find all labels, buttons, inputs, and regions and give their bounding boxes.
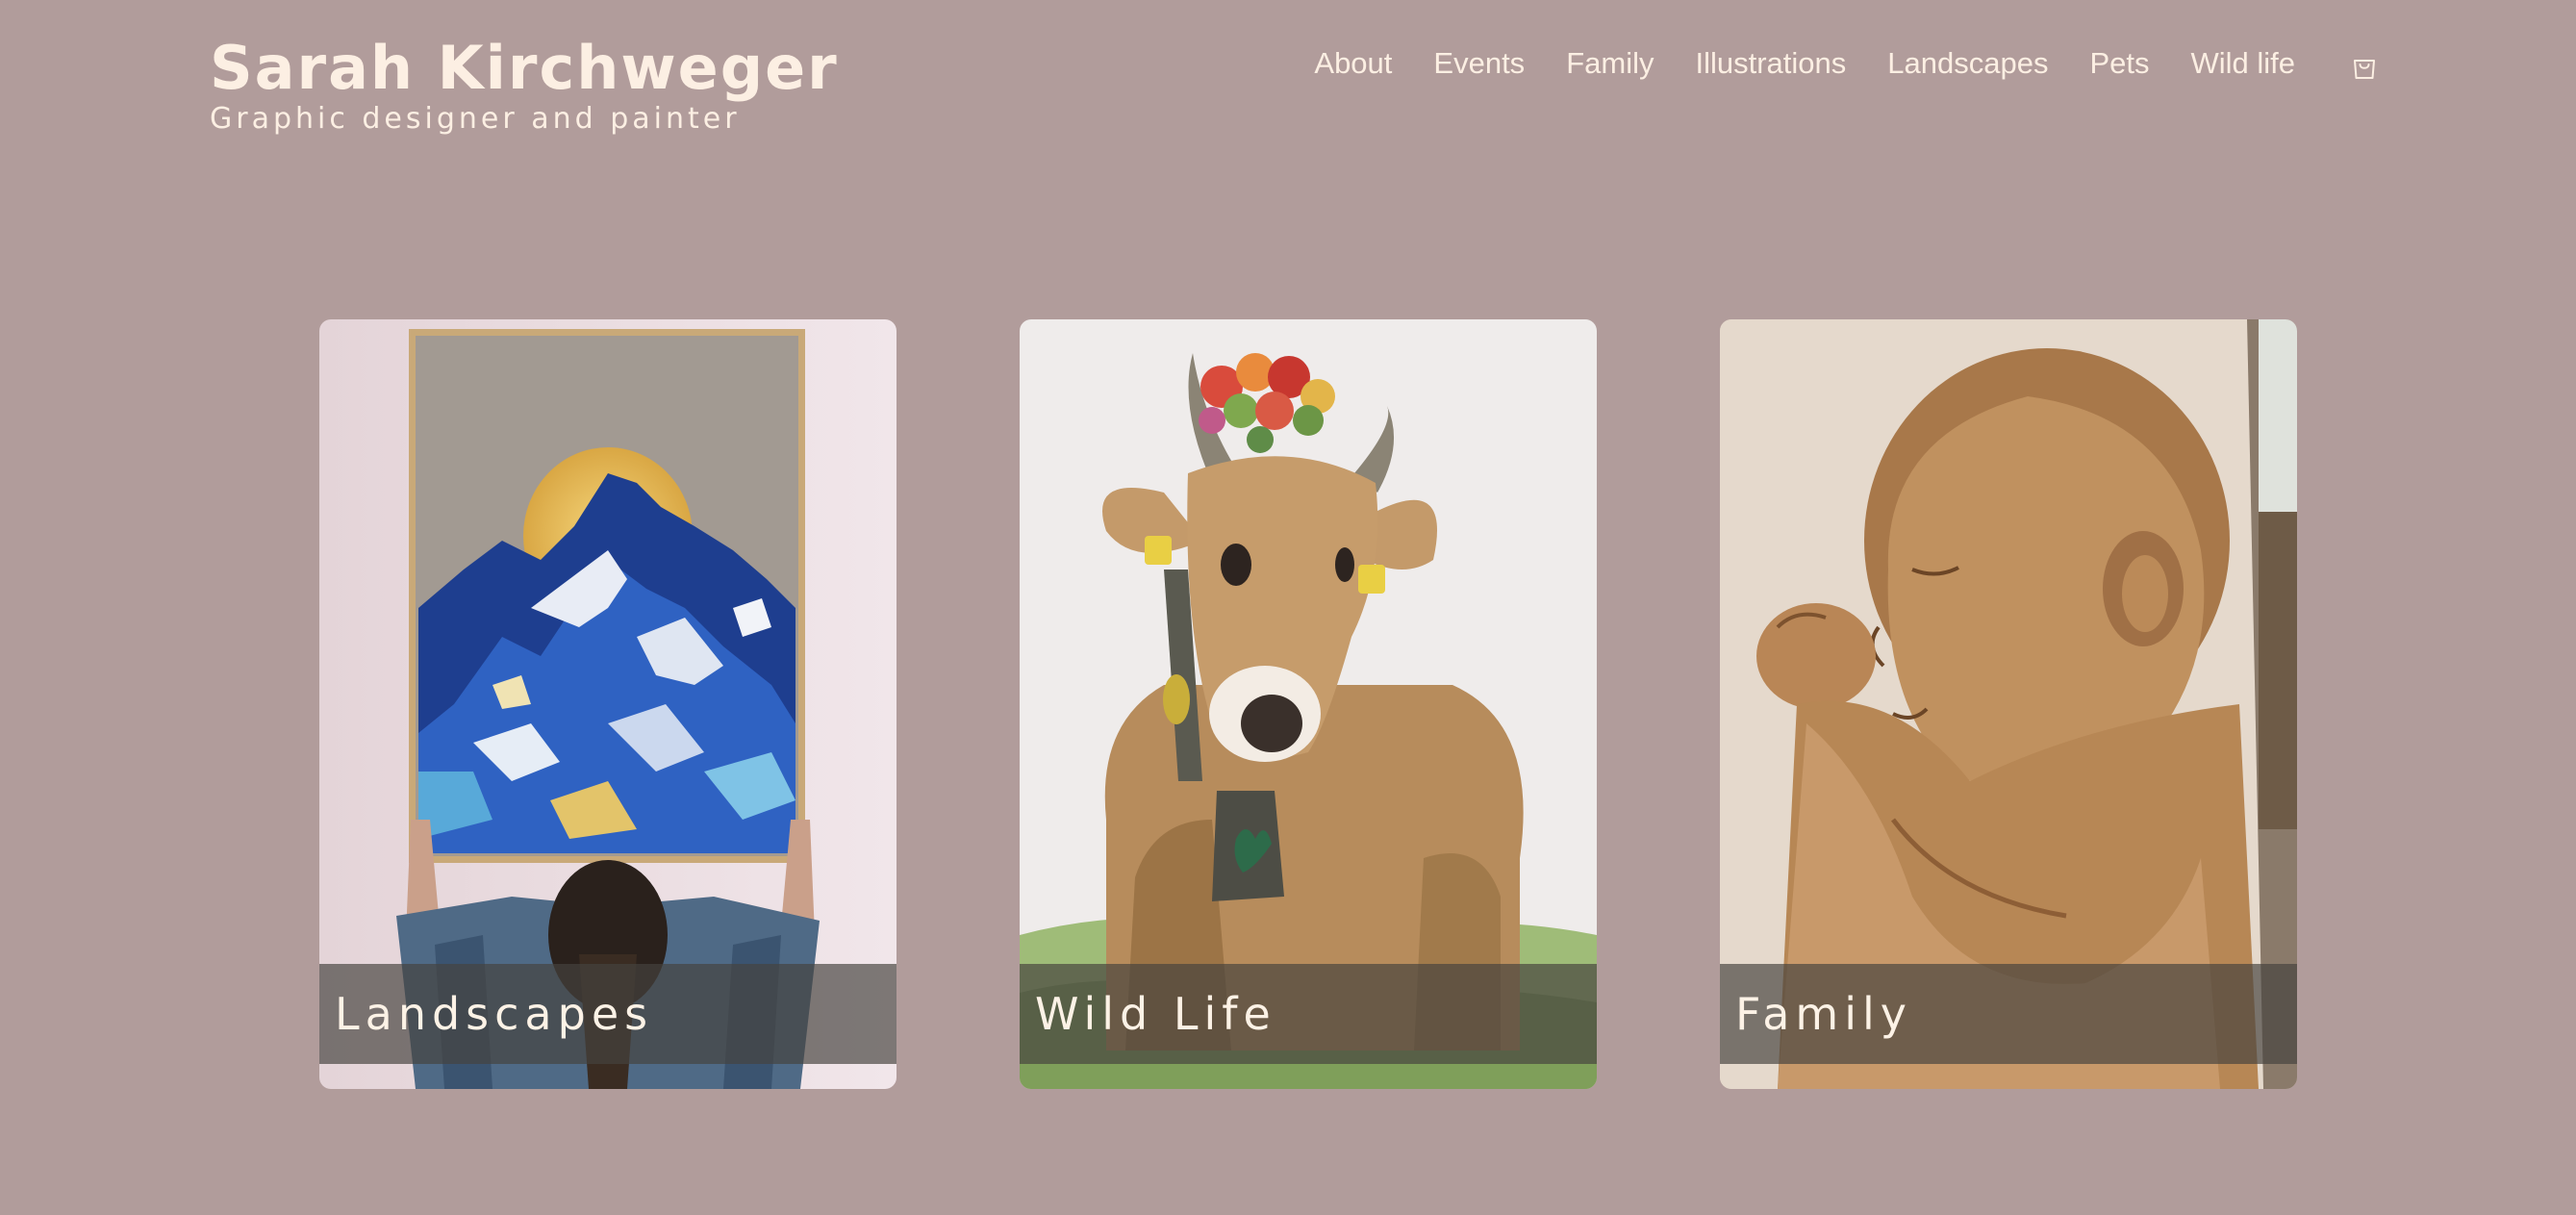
card-caption: Wild Life <box>1020 964 1597 1064</box>
gallery-card-landscapes[interactable]: Landscapes <box>319 319 897 1089</box>
nav-item-about[interactable]: About <box>1314 44 1392 83</box>
site-branding: Sarah Kirchweger Graphic designer and pa… <box>210 33 839 139</box>
shopping-bag-icon[interactable] <box>2351 52 2378 81</box>
nav-item-landscapes[interactable]: Landscapes <box>1887 44 2048 83</box>
nav-item-events[interactable]: Events <box>1433 44 1525 83</box>
nav-item-illustrations[interactable]: Illustrations <box>1695 44 1846 83</box>
card-caption-label: Landscapes <box>335 988 654 1040</box>
card-caption: Family <box>1720 964 2297 1064</box>
site-tagline: Graphic designer and painter <box>210 102 741 136</box>
card-caption-label: Wild Life <box>1035 988 1276 1040</box>
gallery-card-family[interactable]: Family <box>1720 319 2297 1089</box>
page: Sarah Kirchweger Graphic designer and pa… <box>0 0 2576 1215</box>
nav-item-wild-life[interactable]: Wild life <box>2190 44 2295 83</box>
site-title[interactable]: Sarah Kirchweger <box>210 33 839 104</box>
card-caption: Landscapes <box>319 964 897 1064</box>
nav-item-family[interactable]: Family <box>1566 44 1654 83</box>
nav-item-pets[interactable]: Pets <box>2089 44 2149 83</box>
gallery-card-wild-life[interactable]: Wild Life <box>1020 319 1597 1089</box>
main-nav: About Events Family Illustrations Landsc… <box>1314 44 2295 83</box>
card-caption-label: Family <box>1735 988 1913 1040</box>
